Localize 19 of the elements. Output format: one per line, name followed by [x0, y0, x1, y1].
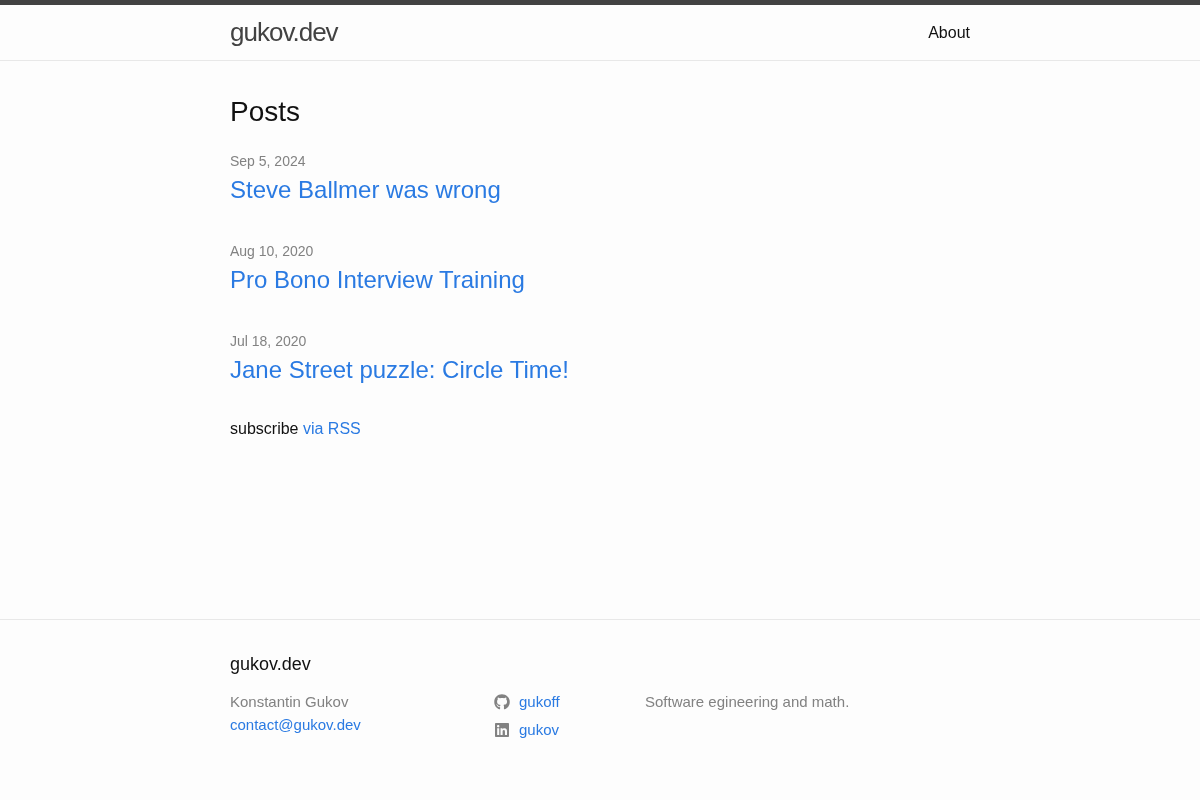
post-date: Sep 5, 2024: [230, 151, 306, 171]
rss-link[interactable]: via RSS: [302, 419, 361, 437]
site-title[interactable]: gukov.dev: [230, 5, 338, 60]
email-link[interactable]: contact@gukov.dev: [230, 713, 361, 736]
linkedin-icon: [494, 721, 510, 738]
post-link[interactable]: Steve Ballmer was wrong: [230, 171, 501, 208]
subscribe-text: subscribe via RSS: [230, 418, 361, 439]
footer-title: gukov.dev: [230, 653, 312, 676]
site-description: Software egineering and math.: [645, 692, 850, 712]
post-date: Jul 18, 2020: [230, 331, 307, 351]
social-link[interactable]: gukoff: [519, 690, 560, 713]
post-link[interactable]: Pro Bono Interview Training: [230, 261, 525, 298]
post-link[interactable]: Jane Street puzzle: Circle Time!: [230, 351, 569, 388]
post-date: Aug 10, 2020: [230, 241, 314, 261]
github-icon: [494, 693, 510, 710]
page-heading: Posts: [230, 95, 302, 129]
nav-link[interactable]: About: [928, 23, 970, 41]
social-link[interactable]: gukov: [519, 718, 560, 741]
author-name: Konstantin Gukov: [230, 692, 349, 712]
